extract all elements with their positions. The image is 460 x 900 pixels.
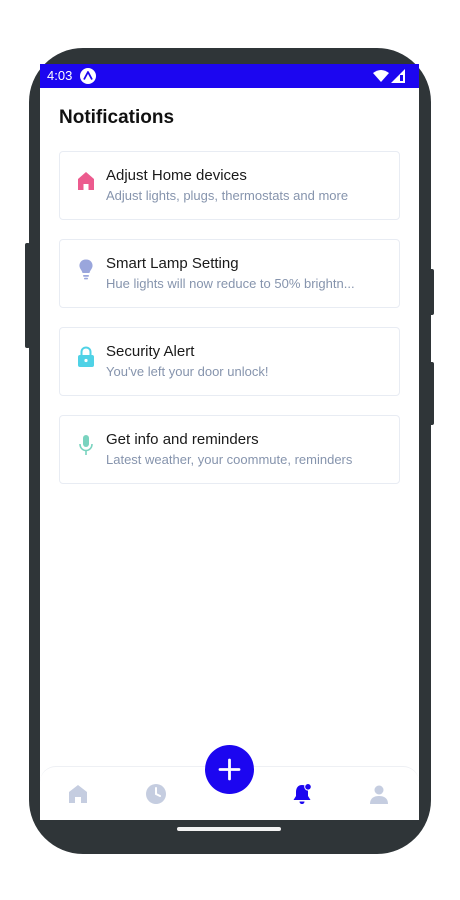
tab-history[interactable] [145, 783, 167, 805]
plus-icon [218, 758, 241, 781]
page-title: Notifications [59, 107, 175, 128]
notification-title: Adjust Home devices [106, 167, 247, 184]
tab-home[interactable] [67, 783, 89, 805]
status-bar: 4:03 [40, 64, 419, 88]
tab-profile[interactable] [368, 783, 390, 805]
notification-title: Smart Lamp Setting [106, 255, 239, 272]
home-indicator[interactable] [177, 827, 281, 831]
notification-title: Get info and reminders [106, 431, 259, 448]
notification-card-smart-lamp[interactable]: Smart Lamp Setting Hue lights will now r… [59, 239, 400, 308]
expo-icon [80, 68, 96, 84]
notification-subtitle: Hue lights will now reduce to 50% bright… [106, 276, 355, 291]
lightbulb-icon [79, 259, 93, 280]
tab-notifications[interactable] [291, 783, 313, 805]
notification-subtitle: Adjust lights, plugs, thermostats and mo… [106, 188, 349, 203]
notification-card-home-devices[interactable]: Adjust Home devices Adjust lights, plugs… [59, 151, 400, 220]
phone-volume-button [429, 362, 434, 425]
home-icon [78, 172, 94, 190]
add-button[interactable] [205, 745, 254, 794]
app-screen: 4:03 Notifications Adjust Home devices A… [40, 64, 419, 820]
notification-title: Security Alert [106, 343, 195, 360]
wifi-icon [373, 70, 389, 82]
notification-subtitle: Latest weather, your coommute, reminders [106, 452, 353, 467]
phone-power-button [429, 269, 434, 315]
notification-card-info-reminders[interactable]: Get info and reminders Latest weather, y… [59, 415, 400, 484]
microphone-icon [79, 435, 93, 455]
phone-side-button-left [25, 243, 30, 348]
status-time: 4:03 [47, 68, 73, 83]
status-icons [373, 69, 407, 83]
notification-subtitle: You've left your door unlock! [106, 364, 269, 379]
cellular-signal-icon [391, 69, 405, 83]
notification-card-security-alert[interactable]: Security Alert You've left your door unl… [59, 327, 400, 396]
lock-icon [78, 346, 94, 367]
